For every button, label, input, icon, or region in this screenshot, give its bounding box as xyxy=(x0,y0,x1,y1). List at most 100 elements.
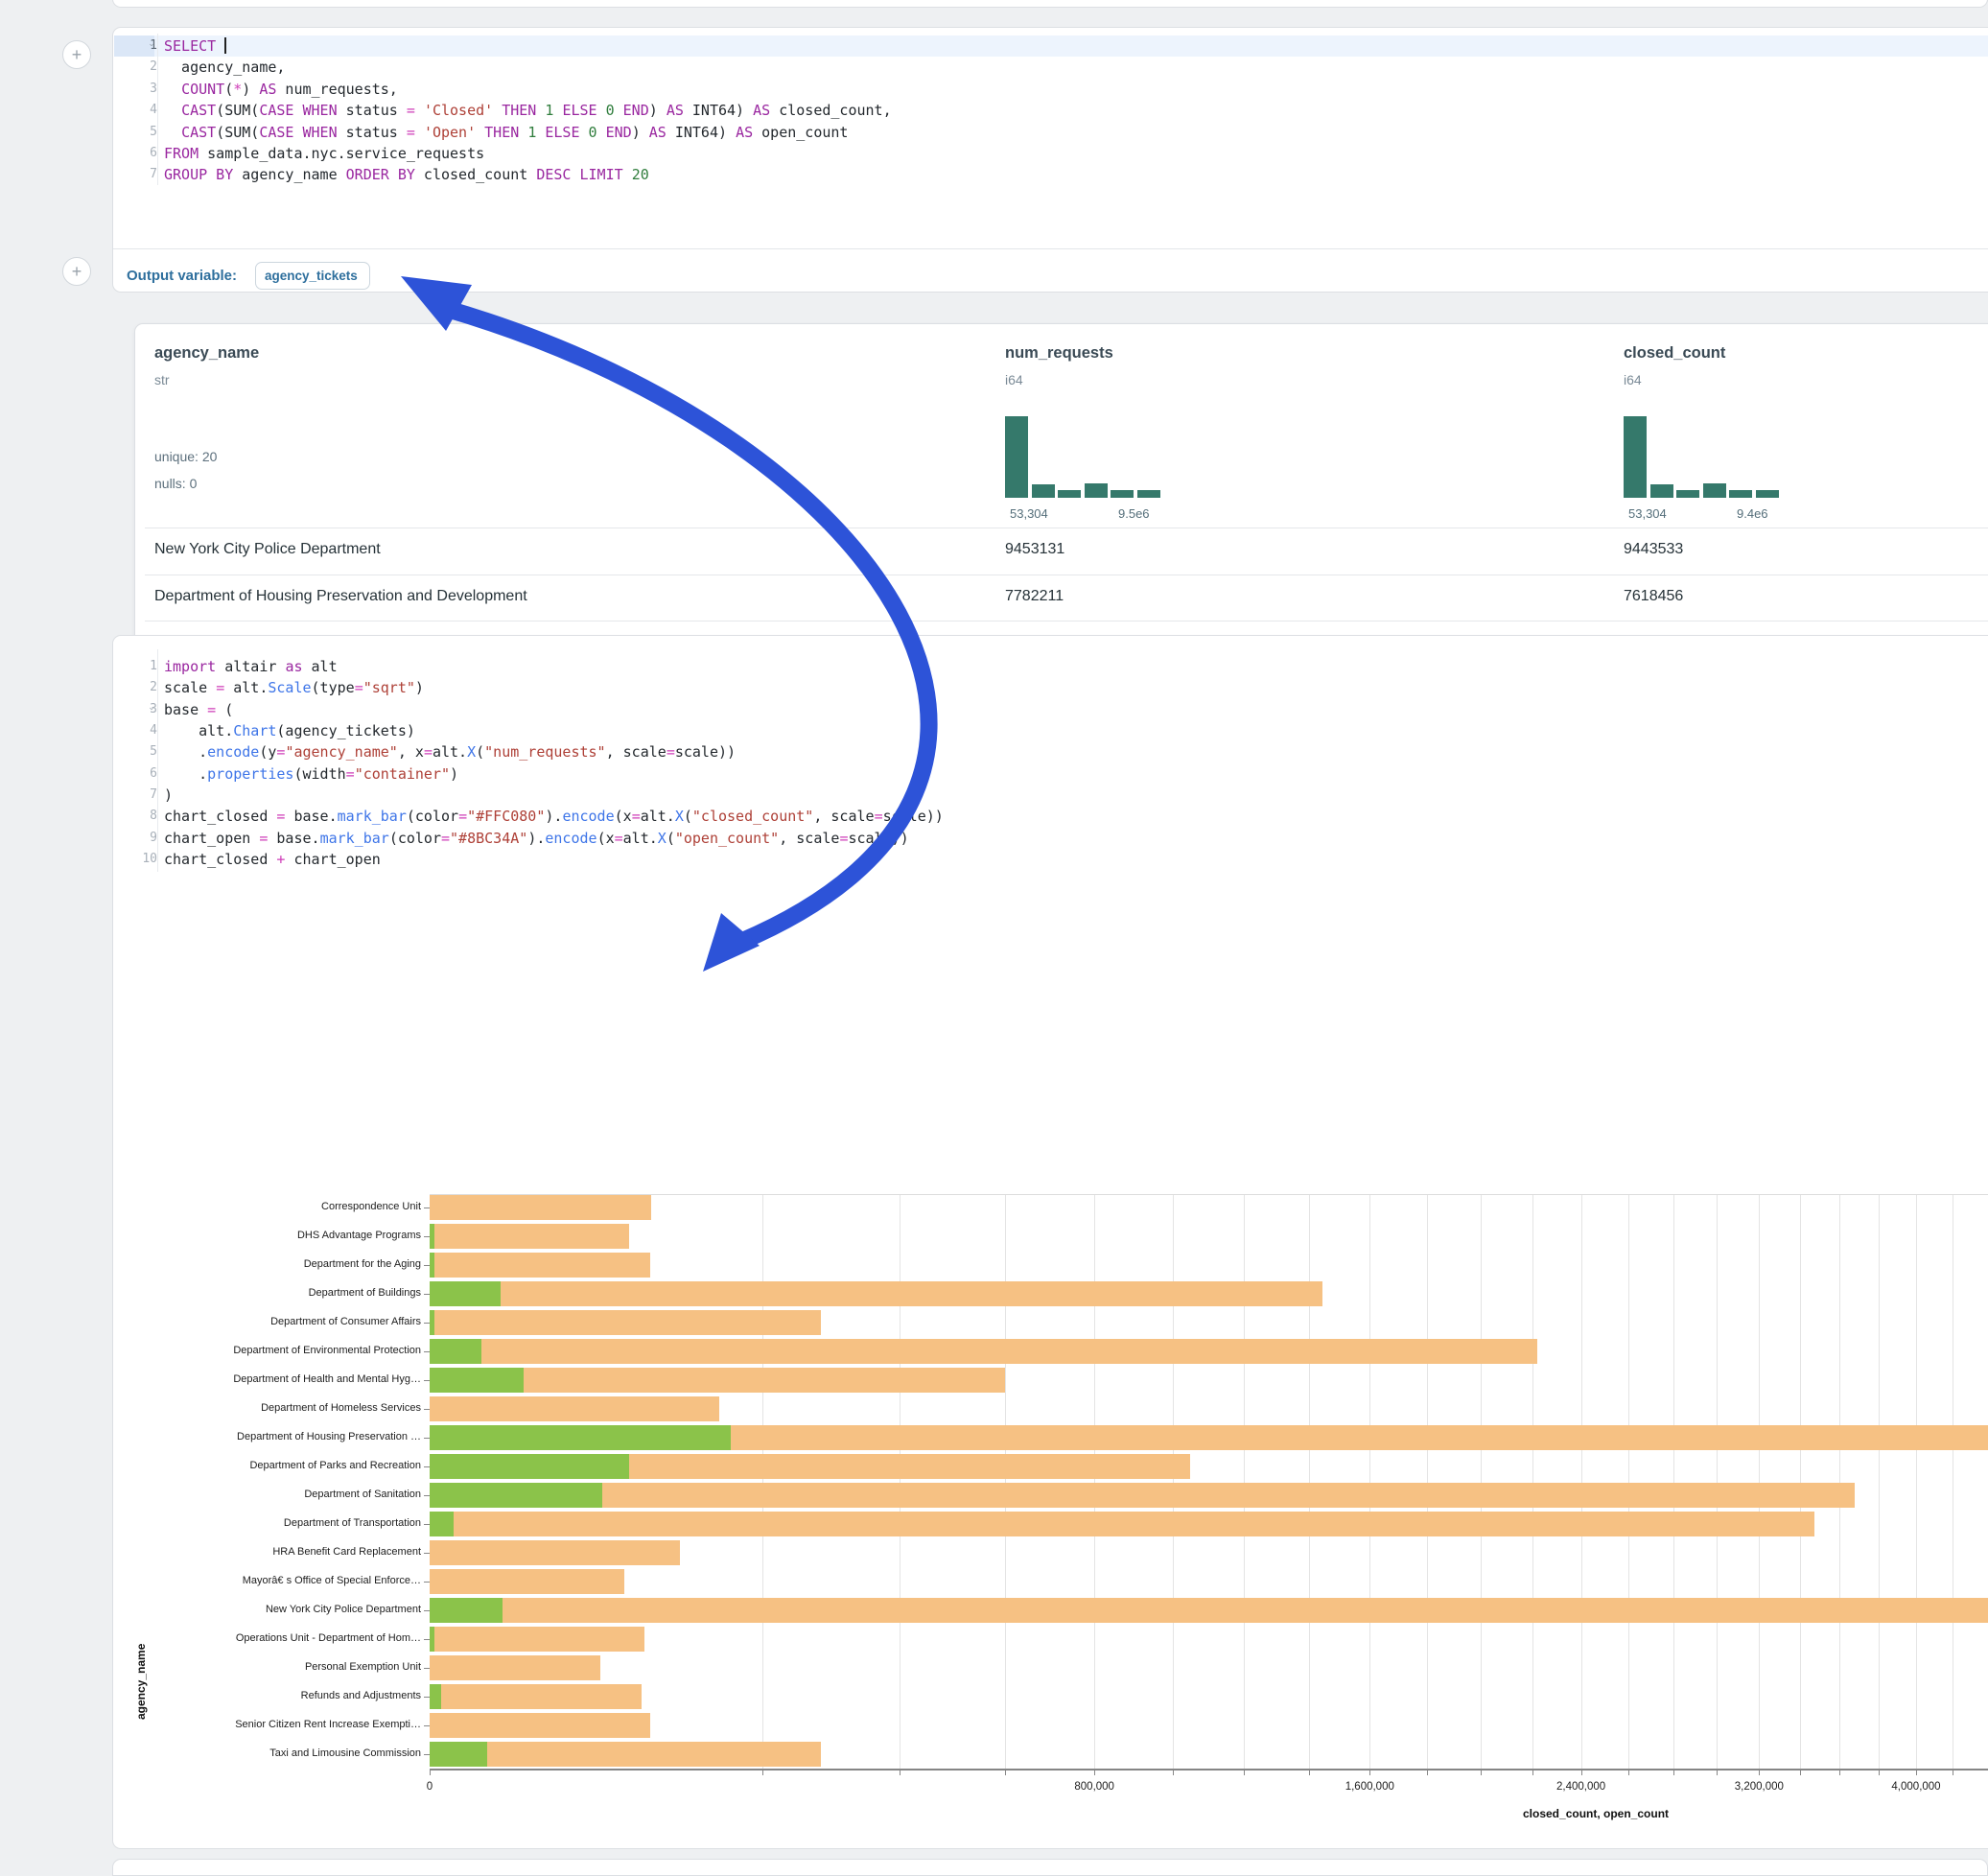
y-axis-category-label: Department of Parks and Recreation xyxy=(113,1460,421,1471)
code-line[interactable]: alt.Chart(agency_tickets) xyxy=(164,720,415,741)
code-line[interactable]: .encode(y="agency_name", x=alt.X("num_re… xyxy=(164,741,736,762)
y-axis-category-label: Department of Environmental Protection xyxy=(113,1345,421,1356)
open-count-bar xyxy=(430,1339,481,1364)
code-line[interactable]: import altair as alt xyxy=(164,656,338,677)
x-axis-tick xyxy=(1800,1770,1801,1775)
histogram-bar xyxy=(1058,490,1081,498)
x-axis-tick xyxy=(1309,1770,1310,1775)
column-header-name: agency_name xyxy=(154,344,259,363)
code-line[interactable]: chart_closed + chart_open xyxy=(164,849,381,870)
code-line[interactable]: agency_name, xyxy=(164,57,285,78)
sql-cell: 1⌄SELECT 2 agency_name,3 COUNT(*) AS num… xyxy=(112,27,1988,293)
code-line[interactable]: SELECT xyxy=(164,35,226,57)
add-cell-button-top[interactable]: + xyxy=(62,40,91,69)
y-axis-category-label: Refunds and Adjustments xyxy=(113,1690,421,1701)
gridline xyxy=(1244,1195,1245,1769)
line-number: 7 xyxy=(126,164,157,185)
y-axis-category-label: Department of Homeless Services xyxy=(113,1402,421,1414)
gridline xyxy=(1173,1195,1174,1769)
closed-count-bar xyxy=(430,1713,650,1738)
x-axis-tick xyxy=(1581,1770,1582,1775)
table-row: Department of Housing Preservation and D… xyxy=(135,575,1988,621)
gridline xyxy=(1532,1195,1533,1769)
y-axis-category-label: HRA Benefit Card Replacement xyxy=(113,1546,421,1558)
gridline xyxy=(1005,1195,1006,1769)
x-axis-tick xyxy=(1673,1770,1674,1775)
code-line[interactable]: base = ( xyxy=(164,699,233,720)
cell-closed-count: 9443533 xyxy=(1624,541,1683,558)
histogram-bar xyxy=(1676,490,1699,498)
code-line[interactable]: CAST(SUM(CASE WHEN status = 'Open' THEN … xyxy=(164,122,848,143)
python-cell: 1import altair as alt2scale = alt.Scale(… xyxy=(112,635,1988,1849)
sql-code-editor[interactable]: 1⌄SELECT 2 agency_name,3 COUNT(*) AS num… xyxy=(113,28,1988,248)
open-count-bar xyxy=(430,1598,503,1623)
code-line[interactable]: COUNT(*) AS num_requests, xyxy=(164,79,398,100)
y-axis-category-label: Department of Buildings xyxy=(113,1287,421,1299)
code-line[interactable]: CAST(SUM(CASE WHEN status = 'Closed' THE… xyxy=(164,100,892,121)
cell-num-requests: 9453131 xyxy=(1005,541,1064,558)
y-axis-category-label: Department for the Aging xyxy=(113,1258,421,1270)
x-axis-tick xyxy=(1532,1770,1533,1775)
x-axis-tick xyxy=(1481,1770,1482,1775)
histogram-bar xyxy=(1703,483,1726,498)
line-number: 2 xyxy=(126,677,157,698)
gridline xyxy=(1628,1195,1629,1769)
open-count-bar xyxy=(430,1253,434,1278)
fold-chevron-icon[interactable]: ⌄ xyxy=(145,702,158,713)
closed-count-bar xyxy=(430,1540,680,1565)
code-line[interactable]: ) xyxy=(164,785,173,806)
x-axis-tick xyxy=(1717,1770,1718,1775)
code-line[interactable]: scale = alt.Scale(type="sqrt") xyxy=(164,677,424,698)
line-number: 7 xyxy=(126,785,157,806)
x-axis-tick xyxy=(1005,1770,1006,1775)
histogram-bar xyxy=(1111,490,1134,498)
add-cell-button-middle[interactable]: + xyxy=(62,257,91,286)
x-axis-tick xyxy=(1759,1770,1760,1775)
y-axis-category-label: Correspondence Unit xyxy=(113,1201,421,1212)
y-axis-category-label: Mayorâ€ s Office of Special Enforce… xyxy=(113,1575,421,1586)
output-variable-label: Output variable: xyxy=(127,268,237,284)
x-axis-tick xyxy=(762,1770,763,1775)
y-axis-category-label: Operations Unit - Department of Hom… xyxy=(113,1632,421,1644)
closed-count-bar xyxy=(430,1627,644,1652)
table-row: New York City Police Department945313194… xyxy=(135,528,1988,575)
line-number: 4 xyxy=(126,100,157,121)
x-axis-tick xyxy=(1094,1770,1095,1775)
closed-count-bar xyxy=(430,1310,821,1335)
x-axis-tick xyxy=(430,1770,431,1775)
column-header-name: num_requests xyxy=(1005,344,1113,363)
closed-count-bar xyxy=(430,1253,650,1278)
line-number: 5 xyxy=(126,741,157,762)
cell-agency-name: Department of Housing Preservation and D… xyxy=(154,588,527,605)
closed-count-bar xyxy=(430,1655,600,1680)
open-count-bar xyxy=(430,1454,629,1479)
code-line[interactable]: FROM sample_data.nyc.service_requests xyxy=(164,143,484,164)
histogram-bar xyxy=(1032,484,1055,498)
closed-count-bar xyxy=(430,1684,642,1709)
code-line[interactable]: GROUP BY agency_name ORDER BY closed_cou… xyxy=(164,164,649,185)
histogram-bar xyxy=(1085,483,1108,498)
closed-count-bar xyxy=(430,1396,719,1421)
open-count-bar xyxy=(430,1281,501,1306)
fold-chevron-icon[interactable]: ⌄ xyxy=(145,38,158,49)
y-axis-title: agency_name xyxy=(134,1644,148,1720)
cell-output-divider xyxy=(113,248,1988,249)
code-line[interactable]: chart_closed = base.mark_bar(color="#FFC… xyxy=(164,806,944,827)
column-header-type: str xyxy=(154,372,170,387)
output-variable-pill[interactable]: agency_tickets xyxy=(255,262,370,290)
histogram-max-label: 9.4e6 xyxy=(1737,506,1768,521)
column-header-type: i64 xyxy=(1005,372,1023,387)
code-line[interactable]: .properties(width="container") xyxy=(164,763,458,785)
x-axis-tick xyxy=(1369,1770,1370,1775)
open-count-bar xyxy=(430,1742,487,1767)
code-line[interactable]: chart_open = base.mark_bar(color="#8BC34… xyxy=(164,828,909,849)
line-number: 8 xyxy=(126,806,157,827)
gridline xyxy=(1309,1195,1310,1769)
plot-top-border xyxy=(430,1194,1988,1195)
gridline xyxy=(1759,1195,1760,1769)
histogram-bar xyxy=(1650,484,1673,498)
gridline xyxy=(1839,1195,1840,1769)
gridline xyxy=(1094,1195,1095,1769)
python-code-editor[interactable]: 1import altair as alt2scale = alt.Scale(… xyxy=(113,636,1988,876)
open-count-bar xyxy=(430,1627,434,1652)
